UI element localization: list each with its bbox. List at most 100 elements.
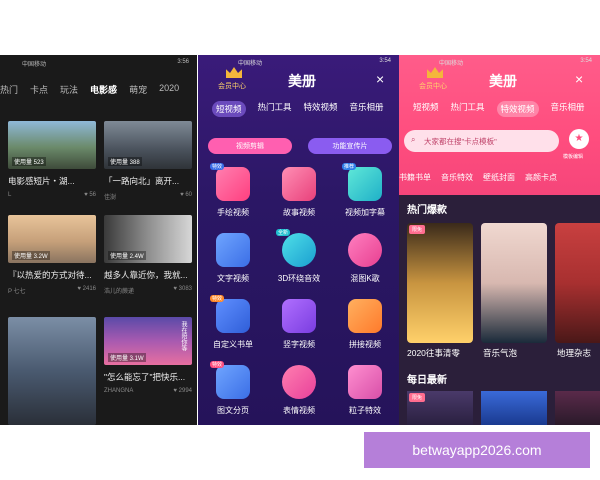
tool-video-subtitle[interactable]: 推荐 视频加字幕	[334, 163, 396, 218]
tool-page-split[interactable]: 特效 图文分页	[202, 361, 264, 416]
template-card[interactable]: 我在陪你等 使用量 3.1W "怎么能忘了"把快乐... ZHANGNA ♥ 29…	[104, 317, 192, 394]
daily-template-card[interactable]	[555, 391, 600, 425]
card-likes: ♥ 2416	[77, 286, 96, 292]
tab-hot-tools[interactable]: 热门工具	[451, 101, 485, 117]
feature-pills: 视频剪辑 功能宣传片	[208, 138, 392, 154]
vertical-bars-icon	[282, 299, 316, 333]
hot-section-title: 热门爆款	[407, 205, 447, 216]
tool-particle-effect[interactable]: 粒子特效	[334, 365, 396, 416]
category-beat[interactable]: 高颜卡点	[525, 172, 557, 183]
tool-hand-drawn-video[interactable]: 特效 手绘视频	[202, 163, 264, 218]
tool-label: 自定义书单	[213, 340, 253, 349]
tool-tag: 特效	[210, 295, 225, 302]
carrier-label: 中国移动	[22, 62, 47, 68]
tool-label: 表情视频	[283, 406, 315, 415]
daily-section-title: 每日最新	[407, 375, 447, 386]
template-card[interactable]: 使用量 388 「一路向北」离开... 佳澍 ♥ 60	[104, 121, 192, 201]
tab-pets[interactable]: 萌宠	[129, 83, 147, 111]
tab-music-album[interactable]: 音乐相册	[350, 101, 384, 117]
free-badge: 限免	[409, 393, 426, 402]
video-play-icon	[282, 167, 316, 201]
tool-custom-booklist[interactable]: 特效 自定义书单	[202, 295, 264, 350]
tool-3d-surround[interactable]: 全新 3D环绕音效	[268, 229, 330, 284]
tab-hot-tools[interactable]: 热门工具	[258, 101, 292, 117]
card-title: 『以热爱的方式对待...	[8, 270, 92, 280]
tool-emoji-video[interactable]: 表情视频	[268, 365, 330, 416]
hot-template-label: 地理杂志	[557, 348, 592, 358]
card-title: "怎么能忘了"把快乐...	[104, 372, 186, 382]
tool-vertical-text[interactable]: 竖字视频	[268, 299, 330, 350]
video-edit-button[interactable]: 视频剪辑	[208, 138, 292, 154]
music-note-icon: 全新	[276, 229, 316, 267]
clock-label: 3:56	[177, 59, 189, 65]
hot-template-card[interactable]	[555, 223, 600, 343]
card-thumbnail: 我在陪你等 使用量 3.1W	[104, 317, 192, 365]
status-bar: 中国移动 3:56	[0, 55, 197, 71]
tool-label: 手绘视频	[217, 208, 249, 217]
magic-wand-icon	[348, 365, 382, 399]
daily-template-card[interactable]	[481, 391, 547, 425]
close-icon[interactable]: ×	[376, 71, 384, 87]
card-thumbnail: 使用量 3.2W	[8, 215, 96, 263]
tab-hot[interactable]: 热门	[0, 83, 18, 111]
pages-icon: 特效	[210, 361, 250, 399]
tab-short-video[interactable]: 短视频	[413, 101, 439, 117]
category-music-effects[interactable]: 音乐特效	[441, 172, 473, 183]
vip-center-link[interactable]: 会员中心	[218, 81, 246, 91]
tab-effects-video[interactable]: 特效视频	[496, 101, 539, 117]
star-icon[interactable]: ★	[569, 129, 589, 149]
template-card[interactable]: 使用量 523 电影感短片・湖... L ♥ 56	[8, 121, 96, 198]
tab-cinematic[interactable]: 电影感	[90, 83, 117, 111]
status-bar: 中国移动 3:54	[198, 55, 399, 69]
tool-text-video[interactable]: 文字视频	[202, 233, 264, 284]
card-likes: ♥ 2994	[173, 388, 192, 394]
category-wallpaper[interactable]: 壁纸封面	[483, 172, 515, 183]
tab-effects-video[interactable]: 特效视频	[304, 101, 338, 117]
tab-music-album[interactable]: 音乐相册	[551, 101, 585, 117]
template-card[interactable]: 使用量 3.2W 『以热爱的方式对待... P 七七 ♥ 2416	[8, 215, 96, 295]
template-card[interactable]	[8, 317, 96, 425]
tool-label: 竖字视频	[283, 340, 315, 349]
document-icon	[216, 233, 250, 267]
tab-2020[interactable]: 2020	[159, 83, 179, 111]
likes-count: 3083	[178, 286, 192, 292]
close-icon[interactable]: ×	[575, 71, 583, 87]
top-tabs: 短视频 热门工具 特效视频 音乐相册	[212, 101, 384, 117]
tool-label: 故事视频	[283, 208, 315, 217]
card-author: P 七七	[8, 289, 26, 295]
hot-template-card[interactable]	[481, 223, 547, 343]
hot-template-label: 音乐气泡	[483, 348, 518, 358]
usage-badge: 使用量 523	[12, 157, 46, 166]
card-likes: ♥ 3083	[173, 286, 192, 292]
daily-template-card[interactable]: 限免	[407, 391, 473, 425]
status-bar: 中国移动 3:54	[399, 55, 600, 69]
likes-count: 60	[185, 192, 192, 198]
tab-beat[interactable]: 卡点	[30, 83, 48, 111]
clock-label: 3:54	[379, 58, 391, 64]
hot-template-card[interactable]: 限免	[407, 223, 473, 343]
card-likes: ♥ 56	[84, 192, 96, 198]
top-tabs: 短视频 热门工具 特效视频 音乐相册	[413, 101, 585, 117]
vip-center-link[interactable]: 会员中心	[419, 81, 447, 91]
free-badge: 限免	[409, 225, 426, 234]
promo-video-button[interactable]: 功能宣传片	[308, 138, 392, 154]
search-input[interactable]: ⌕ 大家都在搜"卡点模板"	[404, 130, 559, 152]
template-edit-label: 模板编辑	[563, 154, 584, 160]
card-author: L	[8, 192, 12, 198]
card-author: ZHANGNA	[104, 388, 134, 394]
text-t-icon: 推荐	[342, 163, 382, 201]
tab-short-video[interactable]: 短视频	[212, 101, 246, 117]
tool-karaoke[interactable]: 混图K歌	[334, 233, 396, 284]
search-placeholder: 大家都在搜"卡点模板"	[424, 137, 497, 146]
template-card[interactable]: 使用量 2.4W 越多人靠近你，我就... 浩儿的蕨递 ♥ 3083	[104, 215, 192, 295]
tab-play[interactable]: 玩法	[60, 83, 78, 111]
card-title: 越多人靠近你，我就...	[104, 270, 188, 280]
category-booklist[interactable]: 书籍书单	[399, 172, 431, 183]
hot-template-label: 2020往事清零	[407, 348, 460, 358]
tool-story-video[interactable]: 故事视频	[268, 167, 330, 218]
likes-count: 56	[89, 192, 96, 198]
tool-splice-video[interactable]: 拼接视频	[334, 299, 396, 350]
card-thumbnail: 使用量 388	[104, 121, 192, 169]
splice-icon	[348, 299, 382, 333]
card-title: 电影感短片・湖...	[8, 176, 75, 186]
